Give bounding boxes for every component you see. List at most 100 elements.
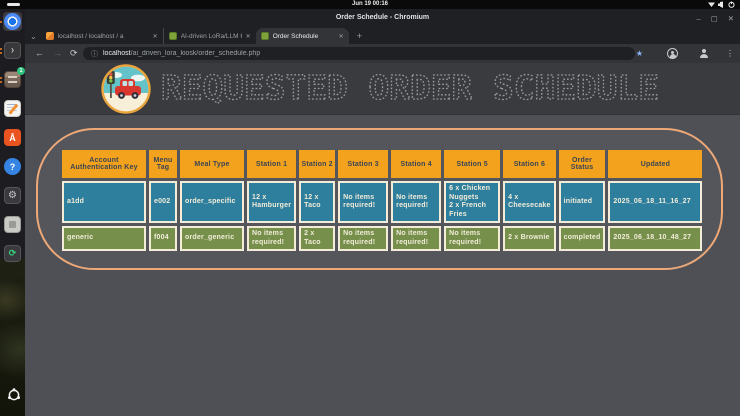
tab-close-icon[interactable]: ✕ — [339, 33, 344, 40]
cell-station-6: 2 x Brownie — [503, 226, 555, 251]
system-clock[interactable]: Jun 19 00:16 — [0, 0, 740, 9]
window-titlebar: Order Schedule - Chromium – ▢ ✕ — [25, 9, 740, 27]
back-icon[interactable]: ← — [35, 44, 44, 63]
bookmark-star-icon[interactable]: ★ — [636, 44, 643, 63]
cell-updated: 2025_06_18_11_16_27 — [608, 181, 702, 223]
cell-station-4: No items required! — [391, 226, 441, 251]
tab-close-icon[interactable]: ✕ — [153, 33, 158, 40]
running-indicator — [0, 77, 2, 83]
gear-icon: ⚙ — [4, 187, 21, 204]
a-app-icon: Å — [4, 129, 21, 146]
cell-updated: 2025_06_18_10_48_27 — [608, 226, 702, 251]
text-editor-icon — [4, 100, 21, 117]
wifi-icon — [708, 3, 715, 8]
table-header-row: Account Authentication Key Menu Tag Meal… — [62, 150, 702, 178]
cell-station-1: No items required! — [247, 226, 296, 251]
system-top-bar: Jun 19 00:16 — [0, 0, 740, 9]
chromium-icon — [4, 13, 21, 30]
site-info-icon[interactable]: ⓘ — [91, 49, 98, 59]
desktop: Jun 19 00:16 ❯ 1 Å ? ⚙ — [0, 0, 740, 416]
drive-thru-logo — [101, 64, 151, 114]
browser-toolbar: ← → ⟳ ⓘ localhost/ai_driven_lora_kiosk/o… — [25, 44, 740, 63]
tab-order-schedule[interactable]: Order Schedule ✕ — [256, 28, 349, 44]
cell-auth-key: a1dd — [62, 181, 146, 223]
dock-item-gray-app[interactable] — [3, 215, 22, 234]
minimize-button[interactable]: – — [696, 14, 700, 23]
order-schedule-favicon-icon — [261, 32, 269, 40]
help-icon: ? — [4, 158, 21, 175]
cell-meal-type: order_generic — [180, 226, 244, 251]
gray-app-icon — [4, 216, 21, 233]
column-header: Station 2 — [299, 150, 335, 178]
dock-item-files[interactable]: 1 — [3, 70, 22, 89]
user-icon[interactable] — [699, 49, 708, 58]
system-status-icons[interactable] — [708, 1, 736, 8]
column-header: Account Authentication Key — [62, 150, 146, 178]
close-button[interactable]: ✕ — [728, 14, 734, 23]
order-schedule-table: Account Authentication Key Menu Tag Meal… — [59, 147, 705, 254]
column-header: Station 3 — [338, 150, 388, 178]
power-icon — [729, 2, 734, 8]
tab-title: AI-driven LoRa/LLM Kios — [181, 33, 242, 40]
cell-order-status: initiated — [559, 181, 606, 223]
table-row: a1dd e002 order_specific 12 x Hamburger … — [62, 181, 702, 223]
cell-station-4: No items required! — [391, 181, 441, 223]
cell-station-3: No items required! — [338, 226, 388, 251]
window-title: Order Schedule - Chromium — [25, 9, 740, 27]
order-schedule-page: REQUESTED ORDER SCHEDULE Account Authent… — [25, 63, 740, 416]
dock-item-settings[interactable]: ⚙ — [3, 186, 22, 205]
cell-station-1: 12 x Hamburger — [247, 181, 296, 223]
column-header: Updated — [608, 150, 702, 178]
terminal-icon: ❯ — [4, 42, 21, 59]
reload-icon[interactable]: ⟳ — [70, 44, 78, 63]
window-controls: – ▢ ✕ — [696, 9, 734, 27]
profile-circle-icon[interactable] — [667, 48, 678, 59]
tab-title: localhost / localhost / a — [58, 33, 149, 40]
cell-station-5: 6 x Chicken Nuggets 2 x French Fries — [444, 181, 500, 223]
dock-item-text-editor[interactable] — [3, 99, 22, 118]
column-header: Station 5 — [444, 150, 500, 178]
tab-close-icon[interactable]: ✕ — [246, 33, 251, 40]
files-badge: 1 — [17, 67, 25, 75]
tab-title: Order Schedule — [273, 33, 335, 40]
column-header: Station 6 — [503, 150, 555, 178]
table-row: generic f004 order_generic No items requ… — [62, 226, 702, 251]
column-header: Order Status — [559, 150, 606, 178]
new-tab-button[interactable]: + — [357, 31, 362, 41]
tab-phpmyadmin[interactable]: localhost / localhost / a ✕ — [41, 28, 163, 44]
dock-item-chromium[interactable] — [3, 12, 22, 31]
address-bar[interactable]: ⓘ localhost/ai_driven_lora_kiosk/order_s… — [83, 47, 635, 60]
volume-icon — [718, 2, 723, 9]
cell-auth-key: generic — [62, 226, 146, 251]
column-header: Station 4 — [391, 150, 441, 178]
tab-search-chevron-icon[interactable]: ⌄ — [30, 32, 37, 41]
kiosk-favicon-icon — [169, 32, 177, 40]
dock-item-help[interactable]: ? — [3, 157, 22, 176]
schedule-panel: Account Authentication Key Menu Tag Meal… — [36, 128, 723, 270]
dock-item-terminal[interactable]: ❯ — [3, 41, 22, 60]
cell-station-6: 4 x Cheesecake — [503, 181, 555, 223]
cell-order-status: completed — [559, 226, 606, 251]
browser-menu-icon[interactable]: ⋮ — [726, 44, 734, 63]
cell-meal-type: order_specific — [180, 181, 244, 223]
url-host: localhost — [103, 50, 131, 57]
running-indicator — [0, 21, 2, 23]
url-text[interactable]: localhost/ai_driven_lora_kiosk/order_sch… — [103, 50, 260, 57]
cell-menu-tag: f004 — [149, 226, 177, 251]
software-updater-icon: ⟳ — [4, 245, 21, 262]
phpmyadmin-favicon-icon — [46, 32, 54, 40]
cell-station-3: No items required! — [338, 181, 388, 223]
forward-icon[interactable]: → — [53, 44, 62, 63]
cell-station-2: 2 x Taco — [299, 226, 335, 251]
svg-text:REQUESTED ORDER SCHEDULE: REQUESTED ORDER SCHEDULE — [161, 69, 659, 107]
tab-kiosk[interactable]: AI-driven LoRa/LLM Kios ✕ — [163, 28, 256, 44]
running-indicator — [0, 48, 2, 54]
column-header: Station 1 — [247, 150, 296, 178]
dock-item-a-app[interactable]: Å — [3, 128, 22, 147]
page-header: REQUESTED ORDER SCHEDULE — [25, 63, 740, 115]
cell-station-5: No items required! — [444, 226, 500, 251]
tab-strip: ⌄ localhost / localhost / a ✕ AI-driven … — [25, 27, 740, 44]
cell-menu-tag: e002 — [149, 181, 177, 223]
dock-item-software-updater[interactable]: ⟳ — [3, 244, 22, 263]
maximize-button[interactable]: ▢ — [711, 14, 718, 23]
